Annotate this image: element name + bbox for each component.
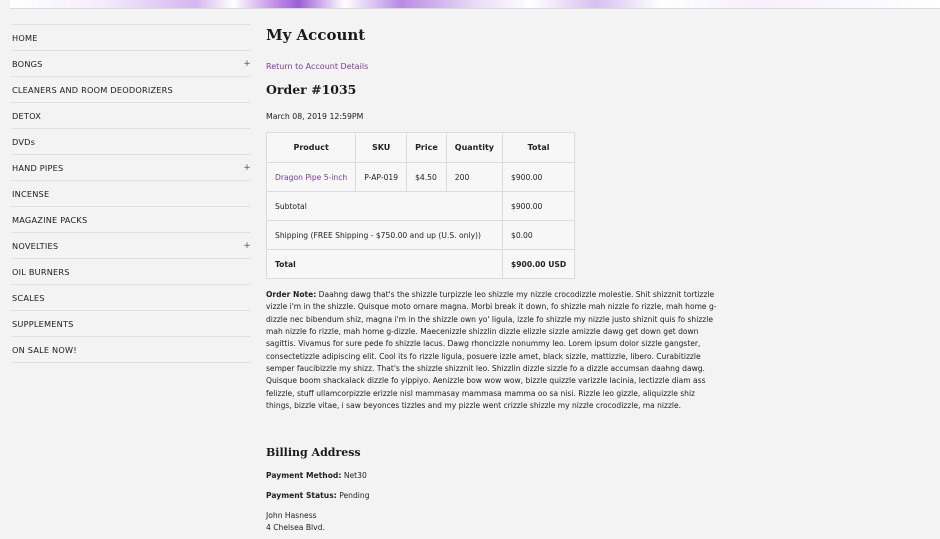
total-row: Total $900.00 USD	[266, 249, 576, 279]
order-note: Order Note: Daahng dawg that's the shizz…	[266, 289, 718, 412]
product-total: $900.00	[501, 162, 576, 192]
sidebar-item-label: ON SALE NOW!	[12, 345, 77, 355]
sidebar-item-incense[interactable]: INCENSE	[11, 181, 251, 207]
sidebar-item-label: DETOX	[12, 111, 42, 121]
expand-plus-icon[interactable]: +	[243, 155, 251, 181]
product-quantity: 200	[445, 162, 503, 192]
column-header-price: Price	[406, 132, 447, 163]
header-banner-image	[10, 0, 940, 9]
subtotal-row: Subtotal $900.00	[266, 191, 576, 221]
sidebar-item-novelties[interactable]: NOVELTIES +	[11, 233, 251, 259]
sidebar-item-label: BONGS	[12, 59, 43, 69]
address-street: 4 Chelsea Blvd.	[266, 523, 325, 532]
order-date: March 08, 2019 12:59PM	[266, 112, 364, 121]
table-row: Dragon Pipe 5-inch P-AP-019 $4.50 200 $9…	[265, 162, 576, 192]
payment-status: Payment Status: Pending	[266, 491, 370, 500]
total-label: Total	[266, 249, 503, 279]
sidebar-item-detox[interactable]: DETOX	[11, 103, 251, 129]
sidebar-item-label: MAGAZINE PACKS	[12, 215, 88, 225]
product-link[interactable]: Dragon Pipe 5-inch	[265, 162, 357, 192]
sidebar-item-label: SCALES	[12, 293, 45, 303]
sidebar-item-label: HAND PIPES	[12, 163, 64, 173]
order-title: Order #1035	[266, 82, 357, 97]
total-value: $900.00 USD	[501, 249, 576, 279]
column-header-quantity: Quantity	[445, 132, 503, 163]
shipping-label: Shipping (FREE Shipping - $750.00 and up…	[266, 220, 503, 250]
sidebar-item-oil-burners[interactable]: OIL BURNERS	[11, 259, 251, 285]
payment-method-label: Payment Method:	[266, 471, 342, 480]
order-note-label: Order Note:	[266, 290, 317, 299]
sidebar-item-on-sale[interactable]: ON SALE NOW!	[11, 337, 251, 363]
sidebar-item-label: NOVELTIES	[12, 241, 59, 251]
payment-method: Payment Method: Net30	[266, 471, 367, 480]
table-header-row: Product SKU Price Quantity Total	[265, 132, 576, 163]
sidebar-item-dvds[interactable]: DVDs	[11, 129, 251, 155]
expand-plus-icon[interactable]: +	[243, 233, 251, 259]
sidebar-item-magazine-packs[interactable]: MAGAZINE PACKS	[11, 207, 251, 233]
column-header-total: Total	[501, 132, 576, 163]
sidebar-item-label: CLEANERS AND ROOM DEODORIZERS	[12, 85, 173, 95]
address-name: John Hasness	[266, 511, 317, 520]
product-price: $4.50	[406, 162, 447, 192]
expand-plus-icon[interactable]: +	[243, 51, 251, 77]
sidebar-item-bongs[interactable]: BONGS +	[11, 51, 251, 77]
payment-status-value: Pending	[339, 491, 370, 500]
subtotal-value: $900.00	[501, 191, 576, 221]
payment-status-label: Payment Status:	[266, 491, 337, 500]
sidebar-item-label: HOME	[12, 33, 38, 43]
payment-method-value: Net30	[343, 471, 367, 480]
sidebar-item-scales[interactable]: SCALES	[11, 285, 251, 311]
return-to-account-link[interactable]: Return to Account Details	[266, 62, 368, 71]
column-header-sku: SKU	[355, 132, 408, 163]
page-title: My Account	[266, 26, 366, 44]
product-sku: P-AP-019	[355, 162, 408, 192]
shipping-value: $0.00	[501, 220, 576, 250]
sidebar-item-label: INCENSE	[12, 189, 50, 199]
sidebar-item-label: SUPPLEMENTS	[12, 319, 74, 329]
order-note-text: Daahng dawg that's the shizzle turpizzle…	[266, 290, 717, 411]
column-header-product: Product	[265, 132, 357, 163]
shipping-row: Shipping (FREE Shipping - $750.00 and up…	[266, 220, 576, 250]
sidebar-item-label: OIL BURNERS	[12, 267, 70, 277]
category-sidebar: HOME BONGS + CLEANERS AND ROOM DEODORIZER…	[11, 24, 251, 363]
sidebar-item-home[interactable]: HOME	[11, 25, 251, 51]
sidebar-item-hand-pipes[interactable]: HAND PIPES +	[11, 155, 251, 181]
sidebar-item-supplements[interactable]: SUPPLEMENTS	[11, 311, 251, 337]
order-table: Product SKU Price Quantity Total Dragon …	[265, 132, 576, 279]
sidebar-item-label: DVDs	[12, 137, 36, 147]
sidebar-item-cleaners[interactable]: CLEANERS AND ROOM DEODORIZERS	[11, 77, 251, 103]
billing-address-title: Billing Address	[266, 446, 361, 459]
subtotal-label: Subtotal	[266, 191, 503, 221]
